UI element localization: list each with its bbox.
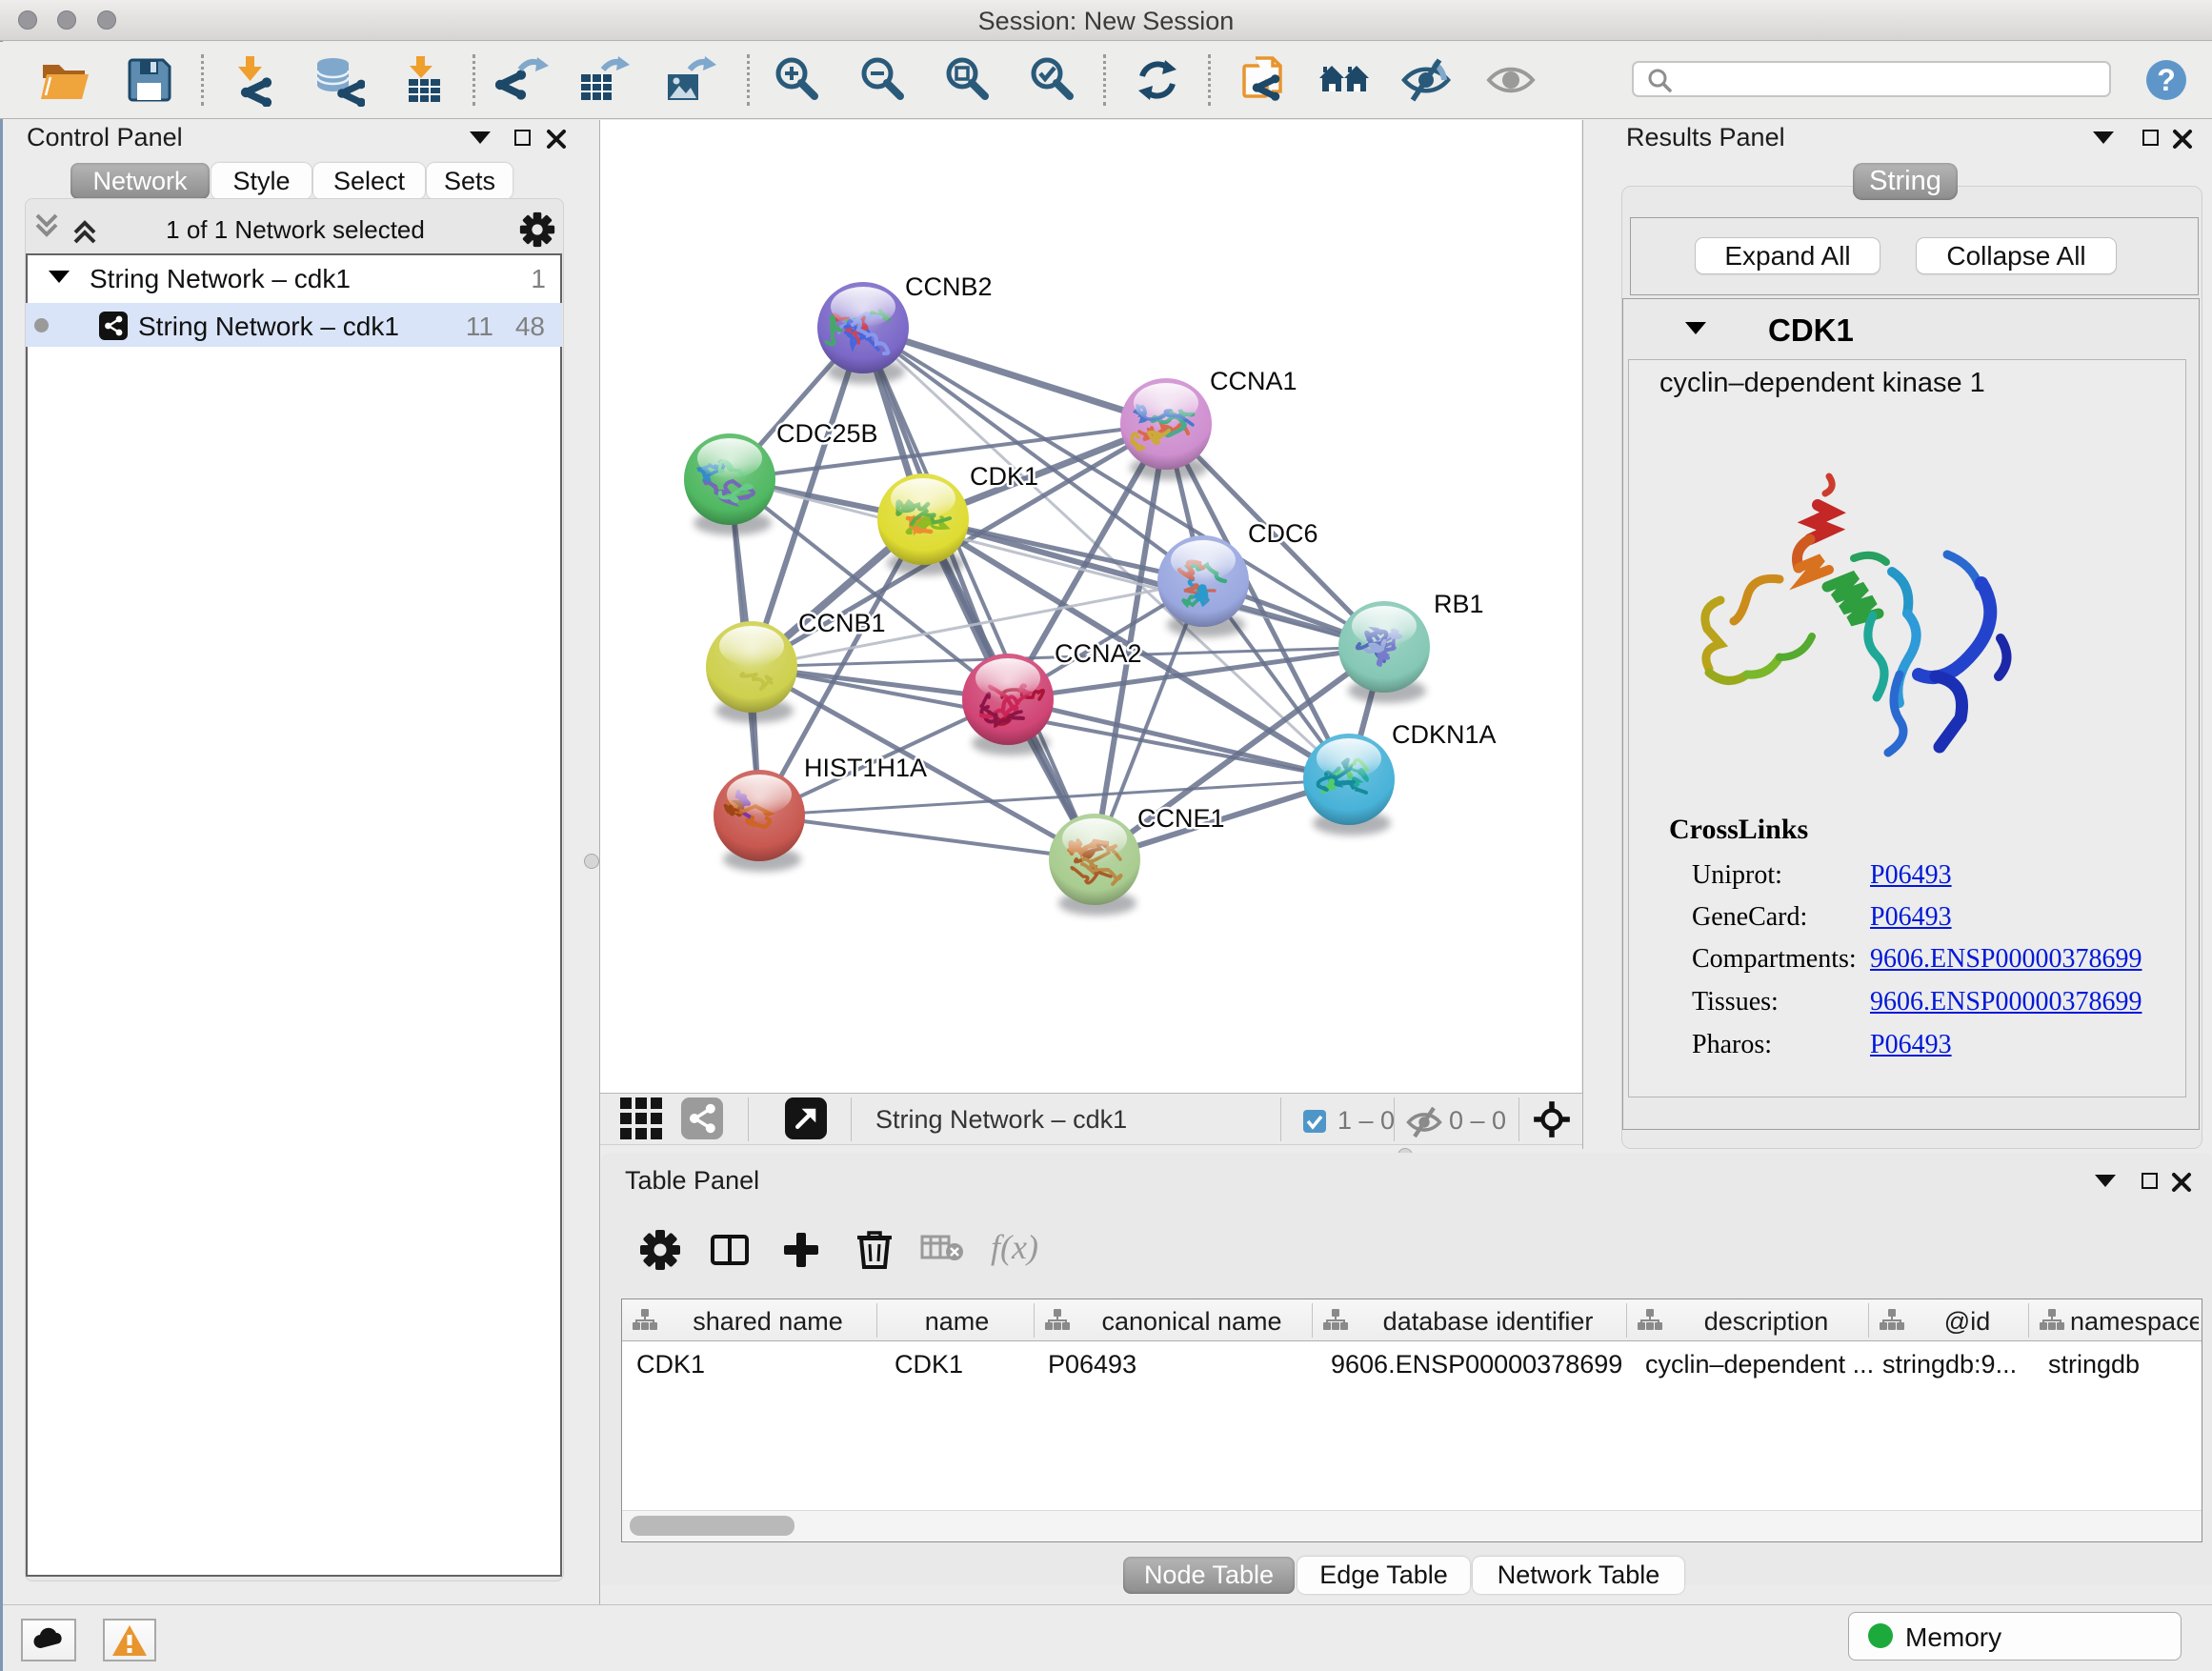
svg-text:CDK1: CDK1 bbox=[970, 462, 1038, 491]
svg-text:CDKN1A: CDKN1A bbox=[1392, 720, 1497, 749]
svg-text:CCNE1: CCNE1 bbox=[1137, 804, 1225, 833]
svg-text:CCNB1: CCNB1 bbox=[798, 609, 886, 637]
svg-text:CDC25B: CDC25B bbox=[776, 419, 878, 448]
svg-text:HIST1H1A: HIST1H1A bbox=[804, 754, 927, 782]
svg-text:CDC6: CDC6 bbox=[1248, 519, 1318, 548]
svg-text:CCNA1: CCNA1 bbox=[1210, 367, 1297, 395]
svg-text:RB1: RB1 bbox=[1434, 590, 1484, 618]
svg-text:CCNB2: CCNB2 bbox=[905, 272, 993, 301]
svg-text:CCNA2: CCNA2 bbox=[1055, 639, 1142, 668]
svg-text:?: ? bbox=[2157, 63, 2176, 97]
